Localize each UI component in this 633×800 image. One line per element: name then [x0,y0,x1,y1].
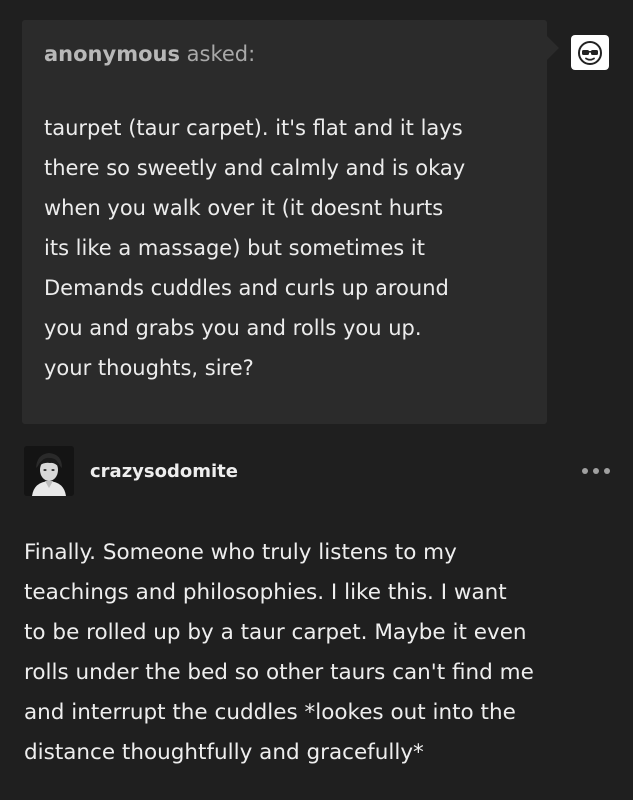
ask-line: Demands cuddles and curls up around [44,276,449,300]
anonymous-avatar[interactable] [571,35,609,70]
ask-bubble: anonymous asked: taurpet (taur carpet). … [22,20,547,424]
more-options-icon[interactable] [578,458,614,484]
ask-verb: asked: [179,42,256,66]
ask-question-text: taurpet (taur carpet). it's flat and it … [44,108,534,388]
ask-line: your thoughts, sire? [44,356,254,380]
dot [604,468,610,474]
dot [593,468,599,474]
user-avatar[interactable] [24,446,74,496]
reply-username[interactable]: crazysodomite [90,461,238,482]
ask-header: anonymous asked: [44,42,255,66]
ask-bubble-tail [547,36,559,60]
reply-line: and interrupt the cuddles *lookes out in… [24,700,516,725]
ask-line: taurpet (taur carpet). it's flat and it … [44,116,463,140]
reply-line: distance thoughtfully and gracefully* [24,740,424,765]
user-avatar-image [24,446,74,496]
sunglasses-face-icon [578,40,602,65]
reply-line: teachings and philosophies. I like this.… [24,580,507,605]
ask-line: its like a massage) but sometimes it [44,236,425,260]
ask-line: there so sweetly and calmly and is okay [44,156,466,180]
ask-line: you and grabs you and rolls you up. [44,316,422,340]
reply-line: rolls under the bed so other taurs can't… [24,660,534,685]
dot [582,468,588,474]
reply-line: to be rolled up by a taur carpet. Maybe … [24,620,527,645]
reply-text: Finally. Someone who truly listens to my… [24,533,614,773]
ask-line: when you walk over it (it doesnt hurts [44,196,444,220]
asker-name: anonymous [44,42,180,66]
reply-line: Finally. Someone who truly listens to my [24,540,457,565]
